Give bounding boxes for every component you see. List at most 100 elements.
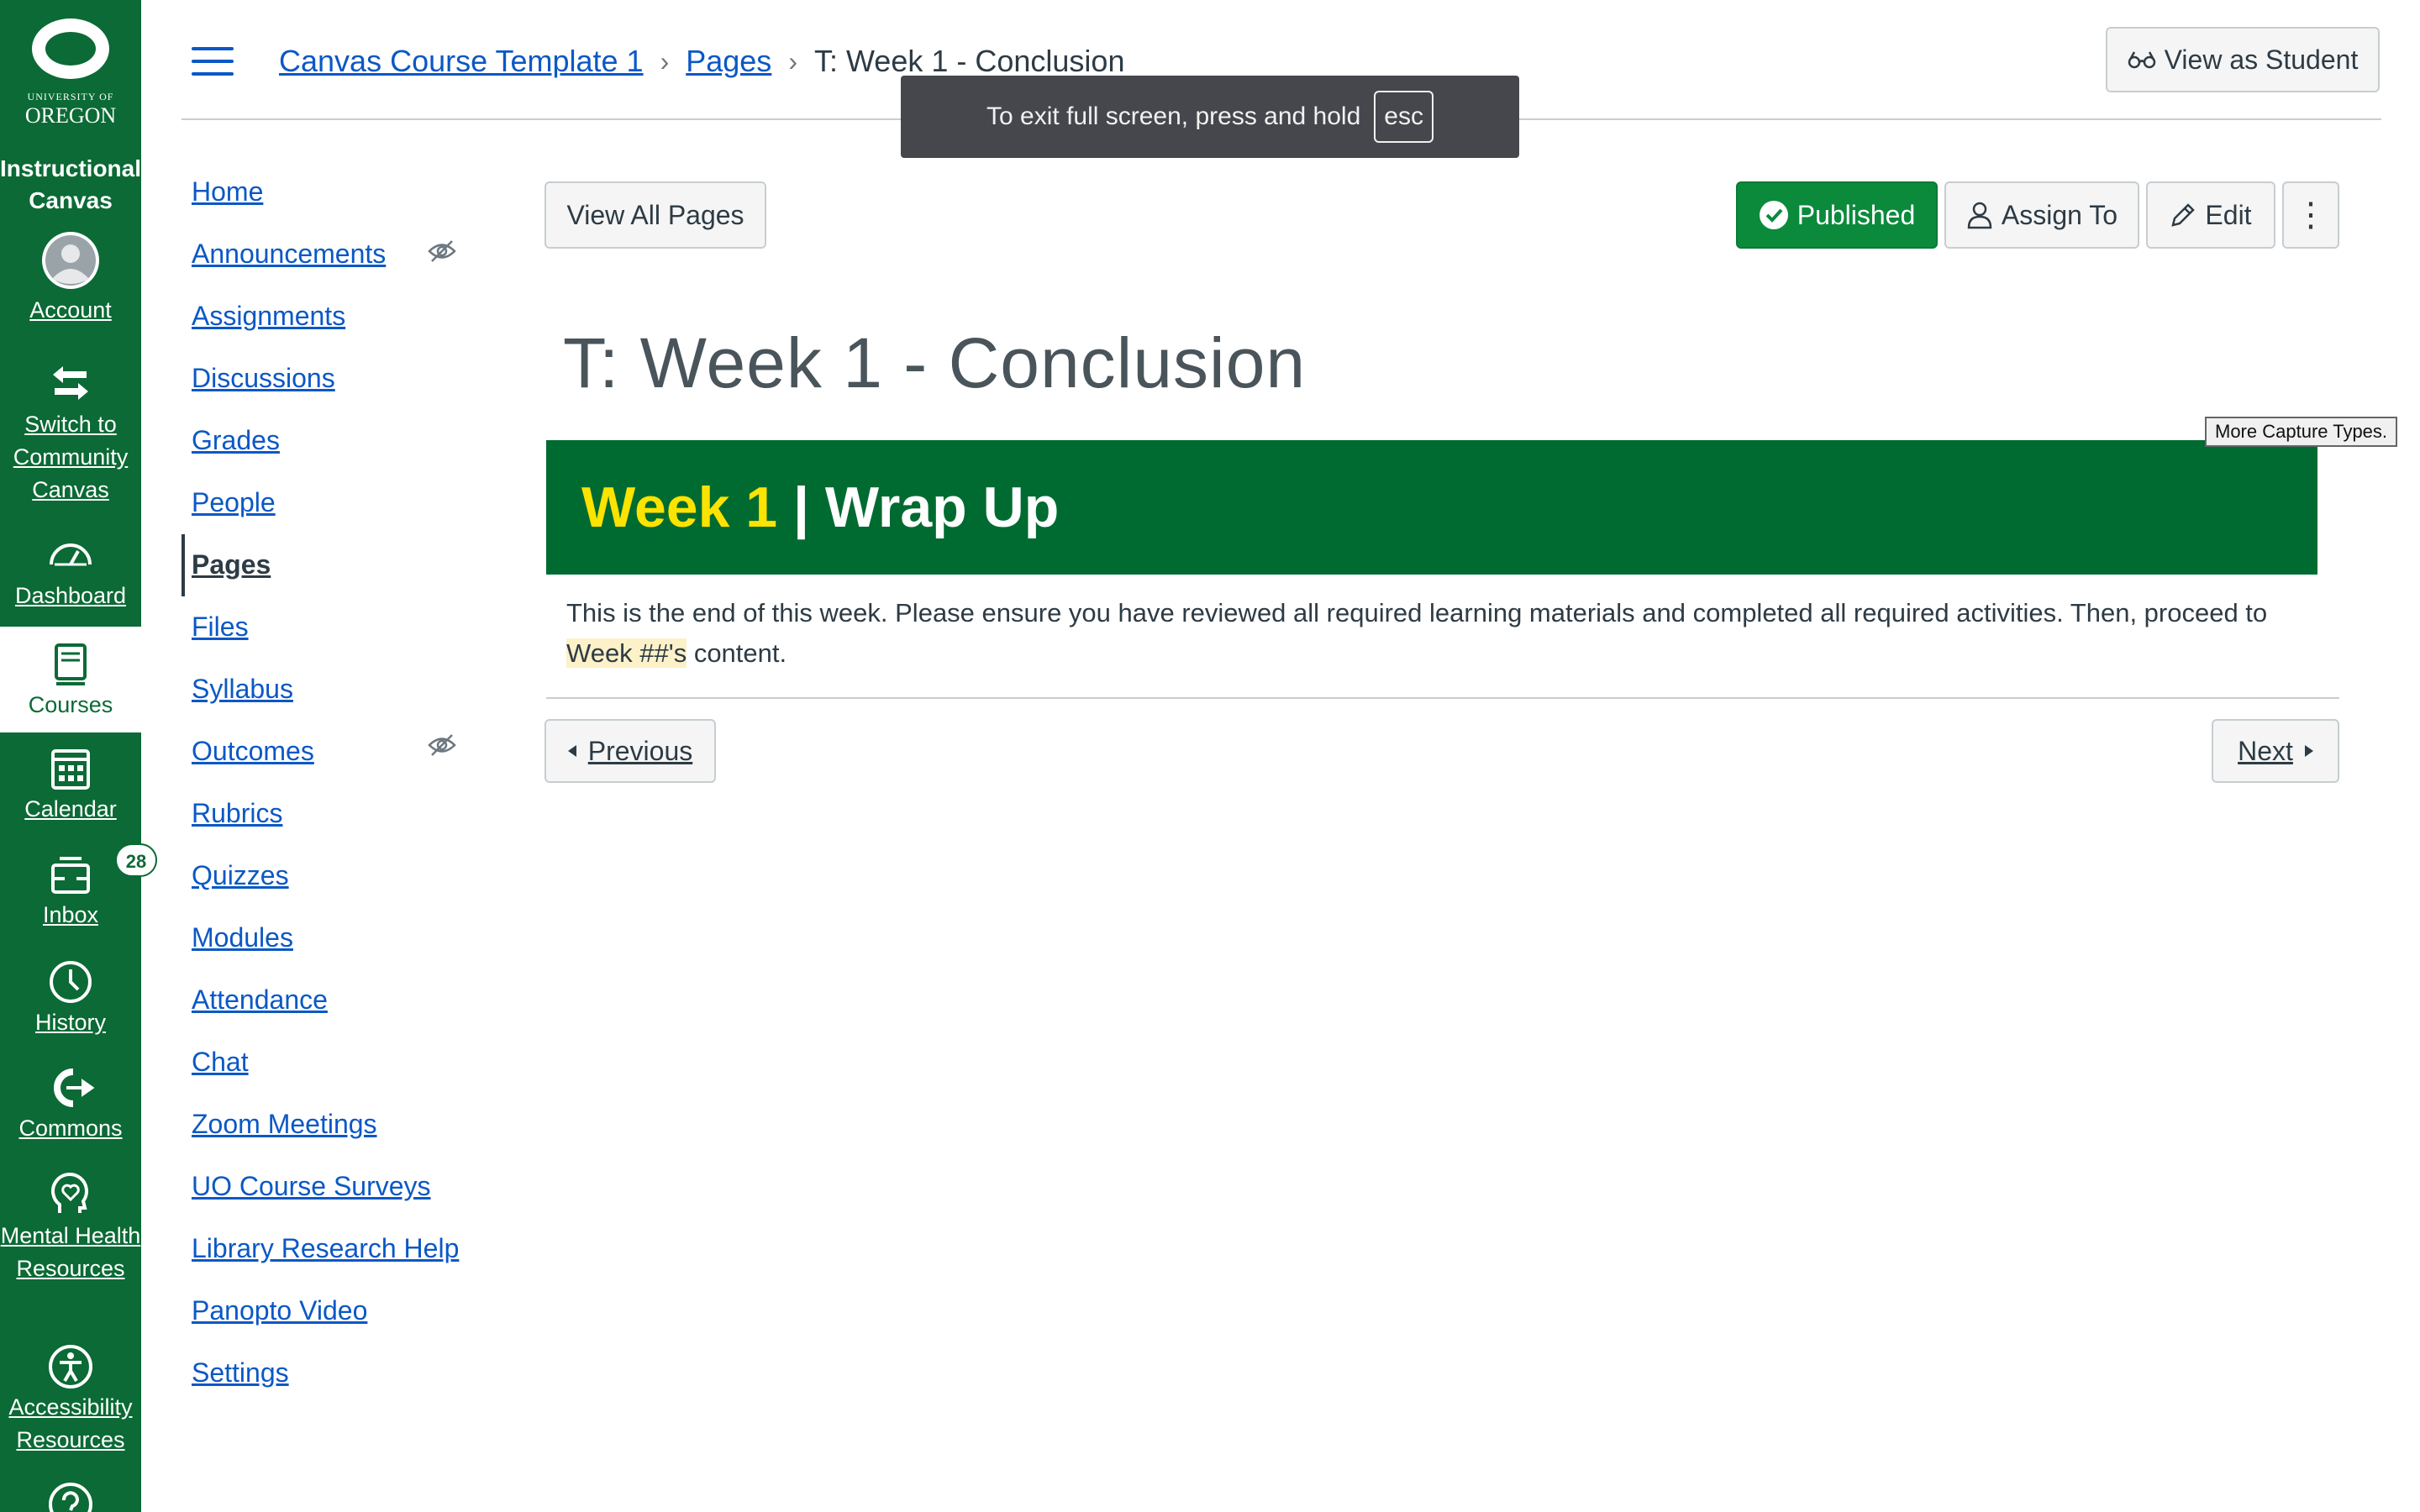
view-all-pages-button[interactable]: View All Pages [544, 181, 766, 249]
body-text-end: content. [687, 638, 787, 668]
global-nav-switch-canvas[interactable]: Switch to Community Canvas [0, 360, 141, 507]
fullscreen-exit-toast: To exit full screen, press and hold esc [901, 76, 1519, 158]
help-icon [46, 1480, 95, 1512]
page-body-text: This is the end of this week. Please ens… [566, 593, 2314, 674]
global-nav-mental-health-label: Mental Health Resources [0, 1223, 141, 1281]
global-nav-mental-health[interactable]: Mental Health Resources [0, 1171, 141, 1285]
oregon-o-logo-icon [32, 18, 109, 79]
global-nav-dashboard-label: Dashboard [14, 583, 127, 608]
course-nav-grades[interactable]: Grades [192, 422, 280, 459]
global-nav-commons[interactable]: Commons [0, 1063, 141, 1145]
avatar-icon [42, 232, 99, 289]
calendar-icon [46, 744, 95, 793]
course-nav-uo-course-surveys[interactable]: UO Course Surveys [192, 1168, 431, 1205]
assign-to-label: Assign To [2001, 199, 2118, 230]
global-nav-calendar[interactable]: Calendar [0, 744, 141, 826]
breadcrumb-current-page: T: Week 1 - Conclusion [813, 44, 1125, 78]
course-nav-settings[interactable]: Settings [192, 1354, 289, 1391]
breadcrumb-course-link[interactable]: Canvas Course Template 1 [279, 44, 644, 79]
university-logo[interactable]: UNIVERSITY OF OREGON [0, 10, 141, 129]
institution-name: Instructional Canvas [0, 155, 142, 213]
course-nav-home[interactable]: Home [192, 173, 263, 210]
course-nav-chat[interactable]: Chat [192, 1043, 249, 1080]
global-nav-accessibility-label: Accessibility Resources [8, 1394, 133, 1452]
course-nav-panopto-video[interactable]: Panopto Video [192, 1292, 367, 1329]
global-nav-calendar-label: Calendar [24, 796, 117, 822]
global-nav-help[interactable] [0, 1480, 141, 1512]
global-nav-inbox-label: Inbox [42, 902, 99, 927]
next-label: Next [2238, 735, 2293, 766]
global-nav-dashboard[interactable]: Dashboard [0, 531, 141, 612]
course-nav-rubrics[interactable]: Rubrics [192, 795, 282, 832]
course-nav-announcements[interactable]: Announcements [192, 235, 386, 272]
edit-label: Edit [2205, 199, 2252, 230]
global-nav-account[interactable]: Account [0, 232, 141, 327]
course-nav-zoom-meetings[interactable]: Zoom Meetings [192, 1105, 377, 1142]
inbox-unread-badge: 28 [115, 843, 157, 877]
assign-to-button[interactable]: Assign To [1944, 181, 2139, 249]
course-nav-quizzes[interactable]: Quizzes [192, 857, 289, 894]
course-nav-assignments[interactable]: Assignments [192, 297, 345, 334]
breadcrumb-separator-icon: › [660, 45, 670, 76]
view-as-student-label: View as Student [2164, 44, 2359, 75]
content-divider [546, 697, 2339, 699]
course-nav-files[interactable]: Files [192, 608, 249, 645]
view-as-student-button[interactable]: View as Student [2106, 27, 2380, 92]
global-nav-history[interactable]: History [0, 958, 141, 1039]
global-nav-account-label: Account [29, 297, 112, 323]
course-nav-library-research-help[interactable]: Library Research Help [192, 1230, 459, 1267]
logo-big-text: OREGON [24, 103, 117, 128]
course-nav-people[interactable]: People [192, 484, 276, 521]
course-nav-syllabus[interactable]: Syllabus [192, 670, 293, 707]
course-nav-attendance[interactable]: Attendance [192, 981, 328, 1018]
switch-arrows-icon [46, 360, 95, 408]
accessibility-icon [46, 1342, 95, 1391]
caret-left-icon [567, 745, 576, 757]
global-nav-commons-label: Commons [18, 1116, 123, 1141]
heart-head-icon [46, 1171, 95, 1220]
hidden-from-students-eye-icon [427, 732, 460, 758]
person-icon [1966, 201, 1993, 229]
capture-types-tooltip: More Capture Types. [2205, 417, 2398, 447]
logo-small-text: UNIVERSITY OF [27, 91, 114, 102]
course-nav-active-indicator [182, 534, 185, 596]
banner-wrap-up-text: | Wrap Up [777, 475, 1060, 539]
published-label: Published [1797, 199, 1916, 230]
global-nav-switch-label: Switch to Community Canvas [13, 412, 129, 502]
commons-icon [46, 1063, 95, 1112]
body-text-start: This is the end of this week. Please ens… [566, 598, 2268, 627]
previous-page-button[interactable]: Previous [544, 719, 716, 783]
previous-label: Previous [587, 735, 693, 766]
next-page-button[interactable]: Next [2212, 719, 2339, 783]
published-toggle-button[interactable]: Published [1736, 181, 1938, 249]
banner-week-text: Week 1 [581, 475, 778, 539]
course-nav-outcomes[interactable]: Outcomes [192, 732, 314, 769]
edit-button[interactable]: Edit [2146, 181, 2275, 249]
more-options-kebab-icon[interactable]: ⋮ [2282, 181, 2339, 249]
global-nav-courses-label: Courses [28, 692, 113, 717]
course-menu-toggle-button[interactable] [192, 47, 234, 76]
global-nav-inbox[interactable]: 28 Inbox [0, 843, 157, 932]
inbox-icon: 28 [46, 843, 157, 899]
pencil-icon [2170, 202, 2196, 228]
page-title: T: Week 1 - Conclusion [563, 323, 1307, 402]
dashboard-gauge-icon [46, 531, 95, 580]
check-circle-icon [1759, 200, 1789, 230]
glasses-icon [2128, 50, 2156, 70]
global-nav-courses[interactable]: Courses [0, 627, 141, 732]
week-banner: Week 1 | Wrap Up [546, 440, 2317, 575]
course-nav-pages[interactable]: Pages [192, 546, 271, 583]
fullscreen-toast-text: To exit full screen, press and hold [986, 102, 1361, 130]
breadcrumb-pages-link[interactable]: Pages [686, 44, 771, 79]
esc-key-hint: esc [1374, 91, 1434, 143]
courses-book-icon [46, 640, 95, 689]
global-nav-history-label: History [34, 1010, 106, 1035]
course-nav-discussions[interactable]: Discussions [192, 360, 335, 396]
course-nav-modules[interactable]: Modules [192, 919, 293, 956]
global-nav-accessibility[interactable]: Accessibility Resources [0, 1342, 141, 1457]
clock-icon [46, 958, 95, 1006]
breadcrumb-separator-icon: › [788, 45, 797, 76]
caret-right-icon [2304, 745, 2313, 757]
global-navigation: UNIVERSITY OF OREGON Instructional Canva… [0, 0, 157, 1512]
hidden-from-students-eye-icon [427, 239, 460, 264]
